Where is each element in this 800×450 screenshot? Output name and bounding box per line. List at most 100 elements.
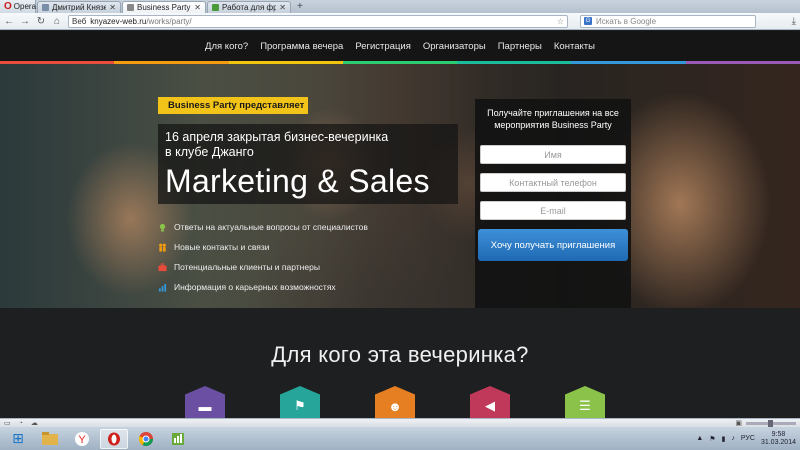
site-favicon-icon	[42, 4, 49, 11]
form-title: Получайте приглашения на все мероприятия…	[480, 107, 626, 131]
presents-badge: Business Party представляет	[158, 97, 308, 114]
nav-partners[interactable]: Партнеры	[498, 41, 542, 52]
view-icon: ▣	[735, 420, 742, 427]
chart-icon	[158, 283, 167, 292]
benefit-item: Потенциальные клиенты и партнеры	[158, 257, 368, 277]
close-tab-icon[interactable]: ✕	[194, 3, 201, 12]
close-tab-icon[interactable]: ✕	[279, 3, 286, 12]
clock-date: 31.03.2014	[760, 438, 796, 446]
search-placeholder: Искать в Google	[596, 16, 657, 26]
browser-status-bar: ▭ ◔ ☁ ▣	[0, 418, 800, 427]
form-title-line: Получайте приглашения на все	[487, 108, 619, 118]
cloud-icon[interactable]: ☁	[31, 419, 38, 427]
megaphone-icon: ◀	[485, 398, 495, 413]
briefcase-icon: ▬	[198, 398, 212, 414]
event-venue-line: в клубе Джанго	[165, 145, 254, 159]
subscribe-form: Получайте приглашения на все мероприятия…	[475, 99, 631, 308]
reload-icon[interactable]: ↻	[36, 16, 46, 27]
benefit-text: Информация о карьерных возможностях	[174, 282, 336, 292]
audience-icons-row: ▬ ⚑ ☻ ◀ ☰	[0, 386, 800, 420]
zoom-slider-knob[interactable]	[768, 419, 773, 427]
tray-arrow-icon[interactable]: ▲	[696, 435, 703, 442]
opera-taskbar-icon[interactable]	[100, 428, 128, 449]
browser-tab-bar: O Opera Дмитрий Князев ✕ Business Party …	[0, 0, 800, 13]
zoom-slider[interactable]	[746, 419, 796, 427]
presenter-icon: ⚑	[294, 398, 306, 413]
site-navigation: Для кого? Программа вечера Регистрация О…	[0, 31, 800, 61]
hero-section: Business Party представляет 16 апреля за…	[0, 64, 800, 308]
benefit-text: Новые контакты и связи	[174, 242, 270, 252]
app-icon[interactable]	[164, 429, 192, 449]
browser-tab-active[interactable]: Business Party ✕	[122, 1, 206, 13]
opera-logo-icon: O	[4, 1, 12, 12]
audience-hex: ☰	[565, 386, 605, 420]
search-field[interactable]: G Искать в Google	[580, 14, 756, 28]
briefcase-icon	[158, 262, 167, 271]
close-tab-icon[interactable]: ✕	[109, 3, 116, 12]
benefit-item: Новые контакты и связи	[158, 237, 368, 257]
phone-input[interactable]	[480, 173, 626, 192]
svg-text:Y: Y	[78, 434, 86, 446]
benefit-item: Ответы на актуальные вопросы от специали…	[158, 217, 368, 237]
nav-registration[interactable]: Регистрация	[355, 41, 411, 52]
benefits-list: Ответы на актуальные вопросы от специали…	[158, 217, 368, 297]
new-tab-button[interactable]: +	[297, 1, 303, 12]
audience-hex: ⚑	[280, 386, 320, 420]
nav-for-whom[interactable]: Для кого?	[205, 41, 248, 52]
network-icon[interactable]: ▮	[722, 435, 726, 443]
turbo-icon[interactable]: ◔	[19, 420, 23, 427]
benefit-text: Потенциальные клиенты и партнеры	[174, 262, 320, 272]
audience-hex: ☻	[375, 386, 415, 420]
section-title: Для кого эта вечеринка?	[271, 342, 529, 367]
name-input[interactable]	[480, 145, 626, 164]
lightbulb-icon	[159, 223, 166, 232]
nav-contacts[interactable]: Контакты	[554, 41, 595, 52]
audience-hex: ▬	[185, 386, 225, 420]
benefit-text: Ответы на актуальные вопросы от специали…	[174, 222, 368, 232]
address-prefix: Веб	[72, 16, 87, 26]
event-date-line: 16 апреля закрытая бизнес-вечеринка	[165, 130, 389, 144]
explorer-icon[interactable]	[36, 429, 64, 449]
nav-organizers[interactable]: Организаторы	[423, 41, 486, 52]
zoom-control[interactable]: ▣	[735, 419, 796, 427]
google-search-icon: G	[584, 17, 592, 25]
windows-start-icon[interactable]: ⊞	[4, 429, 32, 449]
tab-title: Business Party	[137, 3, 191, 12]
back-arrow-icon[interactable]: ←	[4, 16, 14, 27]
tab-title: Работа для фрилансе...	[222, 3, 276, 12]
forward-arrow-icon[interactable]: →	[20, 16, 30, 27]
volume-icon[interactable]: ♪	[731, 435, 735, 442]
opera-menu-label: Opera	[13, 2, 37, 11]
clock[interactable]: 9:58 31.03.2014	[761, 431, 796, 447]
address-bar[interactable]: Веб knyazev-web.ru/works/party/ ☆	[68, 14, 568, 28]
system-tray: ▲ ⚑ ▮ ♪ РУС 9:58 31.03.2014	[696, 431, 796, 447]
audience-hex: ◀	[470, 386, 510, 420]
downloads-icon[interactable]: ⤓	[792, 16, 796, 27]
manager-icon: ☰	[579, 398, 591, 413]
panel-toggle-icon[interactable]: ▭	[4, 419, 11, 427]
address-path: /works/party/	[146, 16, 192, 26]
bookmark-star-icon[interactable]: ☆	[557, 17, 564, 26]
browser-toolbar: ← → ↻ ⌂ Веб knyazev-web.ru/works/party/ …	[0, 13, 800, 30]
browser-tab[interactable]: Дмитрий Князев ✕	[37, 1, 121, 13]
windows-taskbar: ⊞ Y ▲ ⚑ ▮ ♪ РУС 9:58 31.03.2014	[0, 427, 800, 450]
site-favicon-icon	[212, 4, 219, 11]
form-title-line: мероприятия Business Party	[494, 120, 612, 130]
language-indicator[interactable]: РУС	[741, 435, 755, 442]
people-icon	[159, 243, 166, 252]
businessman-icon: ☻	[388, 398, 402, 414]
home-icon[interactable]: ⌂	[52, 16, 62, 27]
browser-tab[interactable]: Работа для фрилансе... ✕	[207, 1, 291, 13]
for-whom-section: Для кого эта вечеринка? ▬ ⚑ ☻ ◀ ☰	[0, 308, 800, 420]
get-invitations-button[interactable]: Хочу получать приглашения	[478, 229, 628, 261]
opera-menu-button[interactable]: O Opera	[0, 0, 36, 13]
event-info-box: 16 апреля закрытая бизнес-вечеринка в кл…	[158, 124, 458, 204]
address-host: knyazev-web.ru	[90, 16, 147, 26]
clock-time: 9:58	[771, 430, 786, 438]
flag-icon[interactable]: ⚑	[709, 435, 715, 443]
yandex-browser-icon[interactable]: Y	[68, 429, 96, 449]
nav-program[interactable]: Программа вечера	[260, 41, 343, 52]
chrome-icon[interactable]	[132, 429, 160, 449]
site-favicon-icon	[127, 4, 134, 11]
email-input[interactable]	[480, 201, 626, 220]
